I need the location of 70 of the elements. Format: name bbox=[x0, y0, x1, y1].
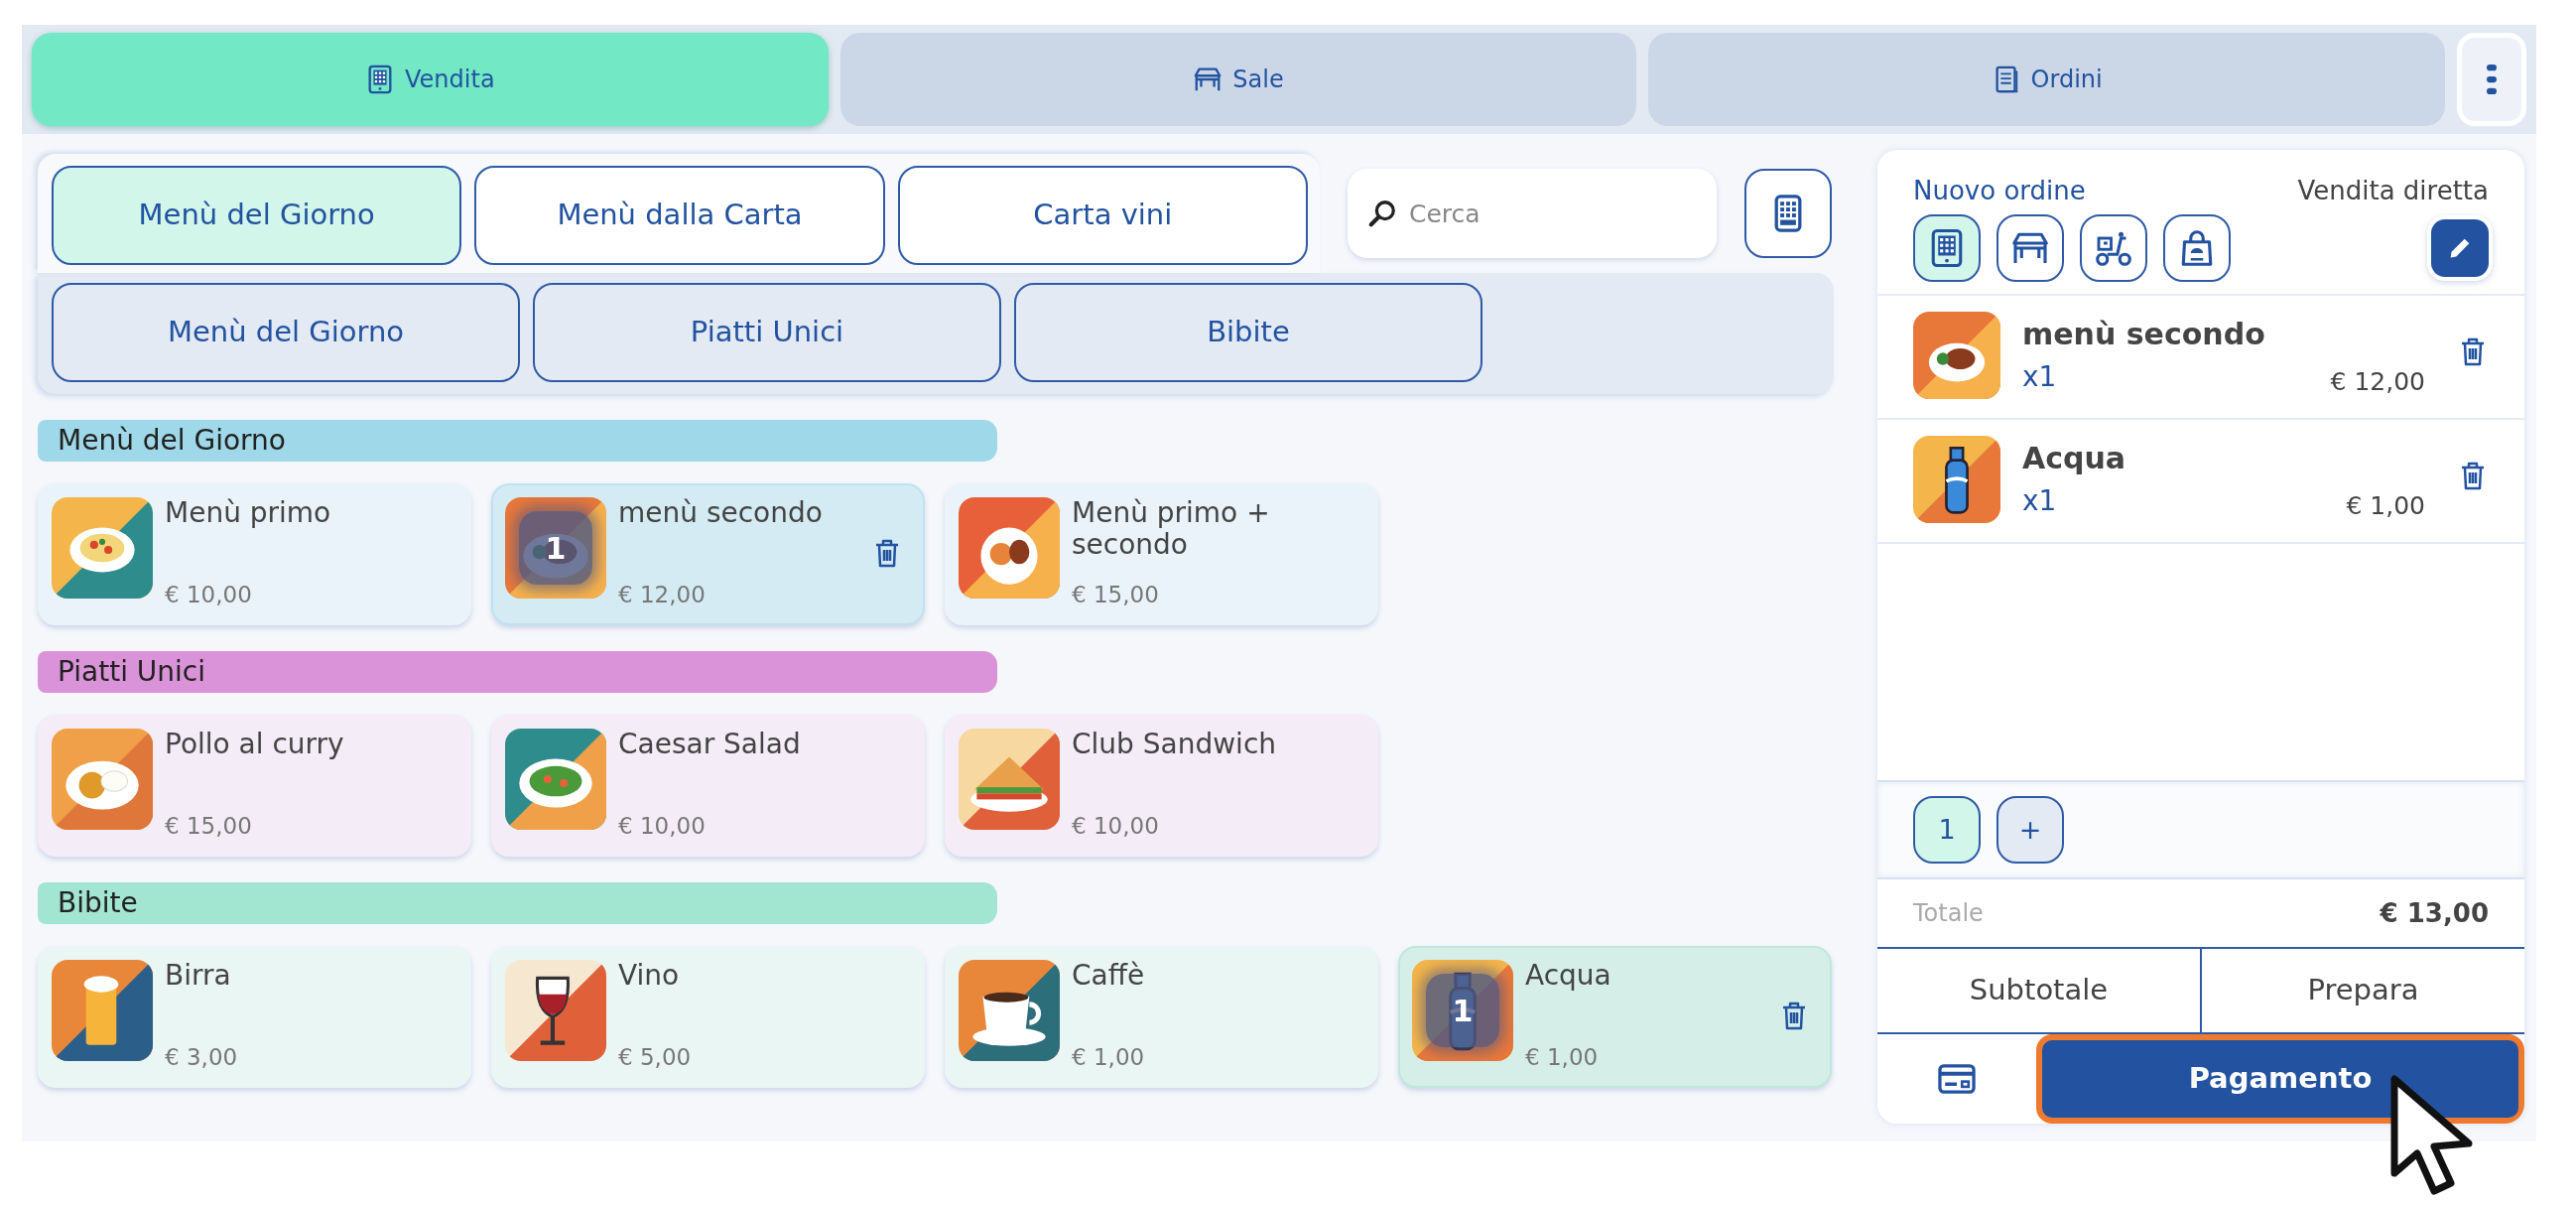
product-price: € 15,00 bbox=[165, 811, 252, 841]
category-button[interactable]: Menù del Giorno bbox=[52, 283, 520, 382]
menu-button[interactable]: Carta vini bbox=[897, 166, 1308, 265]
product-name: Caesar Salad bbox=[618, 729, 801, 761]
product-price: € 15,00 bbox=[1072, 580, 1159, 609]
total-label: Totale bbox=[1913, 898, 1984, 929]
category-button[interactable]: Piatti Unici bbox=[533, 283, 1001, 382]
product-price: € 10,00 bbox=[618, 811, 706, 841]
product-price: € 1,00 bbox=[1072, 1042, 1145, 1072]
product-card[interactable]: Menù primo € 10,00 bbox=[38, 483, 471, 625]
keypad-key[interactable]: 1 bbox=[1913, 796, 1981, 864]
product-name: Acqua bbox=[1525, 960, 1611, 993]
quantity-badge: 1 bbox=[519, 511, 592, 585]
product-card[interactable]: Club Sandwich € 10,00 bbox=[945, 715, 1378, 857]
nav-tab[interactable]: Vendita bbox=[32, 33, 829, 126]
product-name: Birra bbox=[165, 960, 231, 993]
product-card[interactable]: Vino € 5,00 bbox=[491, 946, 925, 1088]
category-button[interactable]: Bibite bbox=[1014, 283, 1482, 382]
menu-button[interactable] bbox=[2457, 33, 2526, 126]
order-item[interactable]: menù secondo x1 € 12,00 bbox=[1877, 296, 2524, 420]
keypad-key[interactable]: + bbox=[1996, 796, 2064, 864]
keypad-button[interactable] bbox=[1744, 169, 1832, 258]
product-name: Club Sandwich bbox=[1072, 729, 1277, 761]
order-type-button[interactable] bbox=[1913, 214, 1981, 282]
product-card[interactable]: 1 menù secondo € 12,00 bbox=[491, 483, 925, 625]
product-card[interactable]: Caesar Salad € 10,00 bbox=[491, 715, 925, 857]
product-card[interactable]: Pollo al curry € 15,00 bbox=[38, 715, 471, 857]
item-name: menù secondo bbox=[2022, 316, 2265, 353]
order-type-button[interactable] bbox=[1996, 214, 2064, 282]
nav-tab[interactable]: Ordini bbox=[1648, 33, 2445, 126]
product-name: Caffè bbox=[1072, 960, 1145, 993]
item-name: Acqua bbox=[2022, 440, 2126, 477]
product-price: € 10,00 bbox=[1072, 811, 1159, 841]
action-button[interactable]: Prepara bbox=[2200, 949, 2524, 1032]
product-price: € 12,00 bbox=[618, 580, 706, 609]
search-icon bbox=[1367, 199, 1397, 228]
product-name: Menù primo + secondo bbox=[1072, 497, 1271, 562]
product-name: Menù primo bbox=[165, 497, 331, 530]
item-price: € 12,00 bbox=[2330, 365, 2425, 398]
payment-button[interactable]: Pagamento bbox=[2036, 1034, 2524, 1124]
order-title: Nuovo ordine bbox=[1913, 175, 2086, 207]
item-quantity: x1 bbox=[2022, 359, 2058, 395]
order-mode: Vendita diretta bbox=[2297, 175, 2489, 207]
product-price: € 3,00 bbox=[165, 1042, 238, 1072]
product-price: € 1,00 bbox=[1525, 1042, 1599, 1072]
product-card[interactable]: Menù primo + secondo € 15,00 bbox=[945, 483, 1378, 625]
product-name: Vino bbox=[618, 960, 680, 993]
order-type-button[interactable] bbox=[2163, 214, 2231, 282]
menu-button[interactable]: Menù del Giorno bbox=[52, 166, 462, 265]
product-name: menù secondo bbox=[618, 497, 823, 530]
section-header: Menù del Giorno bbox=[38, 420, 997, 462]
order-item[interactable]: Acqua x1 € 1,00 bbox=[1877, 420, 2524, 544]
quantity-badge: 1 bbox=[1426, 974, 1499, 1047]
product-card[interactable]: 1 Acqua € 1,00 bbox=[1398, 946, 1832, 1088]
menu-icon bbox=[2487, 65, 2497, 94]
search-field[interactable]: Cerca bbox=[1348, 169, 1717, 258]
total-value: € 13,00 bbox=[2380, 896, 2489, 930]
product-card[interactable]: Caffè € 1,00 bbox=[945, 946, 1378, 1088]
product-price: € 10,00 bbox=[165, 580, 252, 609]
item-price: € 1,00 bbox=[2346, 489, 2425, 522]
nav-tab[interactable]: Sale bbox=[839, 33, 1637, 126]
card-button[interactable] bbox=[1877, 1034, 2036, 1124]
product-price: € 5,00 bbox=[618, 1042, 692, 1072]
section-header: Bibite bbox=[38, 882, 997, 924]
product-card[interactable]: Birra € 3,00 bbox=[38, 946, 471, 1088]
product-name: Pollo al curry bbox=[165, 729, 344, 761]
order-type-button[interactable] bbox=[2080, 214, 2147, 282]
section-header: Piatti Unici bbox=[38, 651, 997, 693]
menu-button[interactable]: Menù dalla Carta bbox=[474, 166, 885, 265]
item-quantity: x1 bbox=[2022, 483, 2058, 519]
